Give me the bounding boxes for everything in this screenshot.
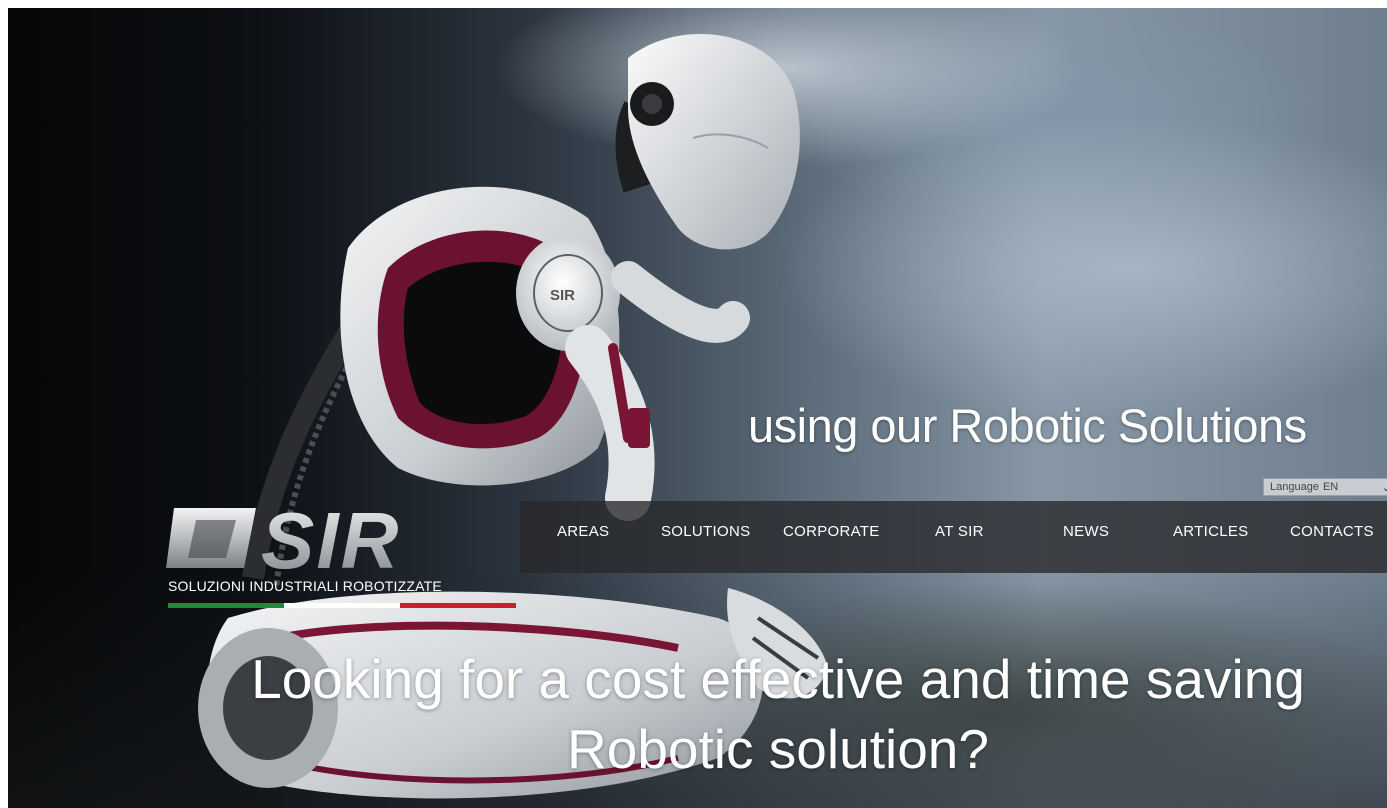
logo-mark: SIR: [261, 498, 400, 585]
hero-headline-line1: Looking for a cost effective and time sa…: [251, 648, 1305, 710]
svg-text:SIR: SIR: [550, 287, 575, 304]
hero-tagline: using our Robotic Solutions: [748, 399, 1307, 452]
hero-banner: SIR using our Robotic Solutions Language…: [8, 8, 1387, 808]
logo-subtitle: SOLUZIONI INDUSTRIALI ROBOTIZZATE: [168, 578, 442, 594]
logo-flag-stripe: [168, 603, 516, 608]
language-selector[interactable]: Language EN ⌄: [1263, 478, 1387, 496]
language-value: EN: [1322, 481, 1339, 493]
nav-item-news[interactable]: NEWS: [1063, 523, 1109, 540]
language-label: Language: [1270, 481, 1319, 493]
hero-headline: Looking for a cost effective and time sa…: [168, 644, 1387, 784]
nav-item-solutions[interactable]: SOLUTIONS: [661, 523, 750, 540]
nav-item-contacts[interactable]: CONTACTS: [1290, 523, 1374, 540]
main-nav: AREAS SOLUTIONS CORPORATE AT SIR NEWS AR…: [520, 501, 1387, 573]
hero-headline-line2: Robotic solution?: [567, 718, 989, 780]
page: SIR using our Robotic Solutions Language…: [0, 0, 1387, 808]
chevron-down-icon[interactable]: ⌄: [1382, 481, 1387, 494]
nav-item-corporate[interactable]: CORPORATE: [783, 523, 880, 540]
nav-item-areas[interactable]: AREAS: [557, 523, 609, 540]
nav-item-articles[interactable]: ARTICLES: [1173, 523, 1248, 540]
nav-item-at-sir[interactable]: AT SIR: [935, 523, 984, 540]
